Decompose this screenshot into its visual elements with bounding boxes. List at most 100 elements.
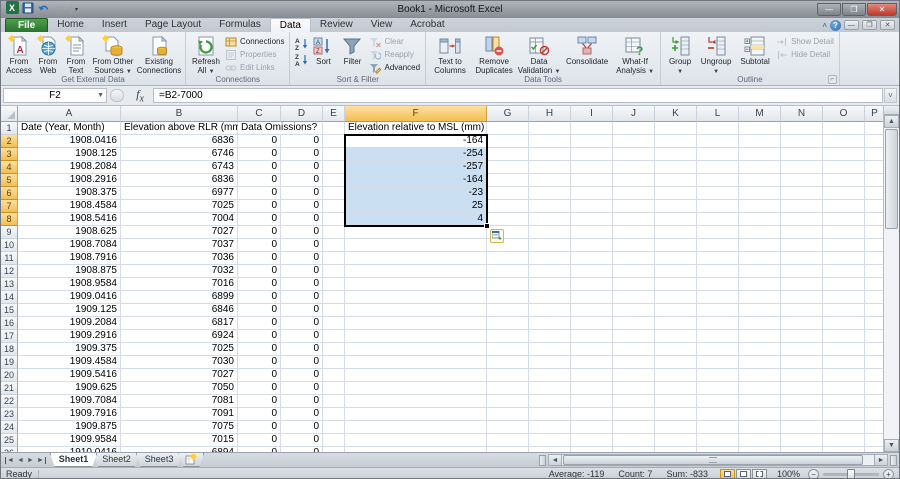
cell-P17[interactable] [865, 330, 885, 343]
cell-P20[interactable] [865, 369, 885, 382]
cell-N15[interactable] [781, 304, 823, 317]
cell-P19[interactable] [865, 356, 885, 369]
cell-I24[interactable] [571, 421, 613, 434]
row-header-16[interactable]: 16 [1, 317, 18, 330]
sheet-tab-sheet1[interactable]: Sheet1 [50, 453, 98, 467]
cell-E10[interactable] [323, 239, 345, 252]
cell-B4[interactable]: 6743 [121, 161, 238, 174]
column-header-L[interactable]: L [697, 106, 739, 122]
cell-E19[interactable] [323, 356, 345, 369]
cell-D11[interactable]: 0 [281, 252, 323, 265]
cell-L22[interactable] [697, 395, 739, 408]
cell-K7[interactable] [655, 200, 697, 213]
horizontal-scroll-track[interactable] [562, 454, 874, 466]
cell-I1[interactable] [571, 122, 613, 135]
cell-H2[interactable] [529, 135, 571, 148]
workbook-restore-button[interactable]: ❐ [862, 20, 877, 30]
cell-I5[interactable] [571, 174, 613, 187]
cell-C22[interactable]: 0 [238, 395, 281, 408]
cell-E17[interactable] [323, 330, 345, 343]
cell-F13[interactable] [345, 278, 487, 291]
cell-B13[interactable]: 7016 [121, 278, 238, 291]
next-sheet-icon[interactable]: ► [27, 457, 34, 464]
tab-review[interactable]: Review [311, 18, 362, 32]
cell-B23[interactable]: 7091 [121, 408, 238, 421]
cell-C15[interactable]: 0 [238, 304, 281, 317]
cell-H7[interactable] [529, 200, 571, 213]
connections-button[interactable]: Connections [223, 35, 286, 48]
cell-C6[interactable]: 0 [238, 187, 281, 200]
cell-N4[interactable] [781, 161, 823, 174]
cell-H20[interactable] [529, 369, 571, 382]
cell-F10[interactable] [345, 239, 487, 252]
cell-K2[interactable] [655, 135, 697, 148]
cell-B3[interactable]: 6746 [121, 148, 238, 161]
cell-K10[interactable] [655, 239, 697, 252]
cell-P10[interactable] [865, 239, 885, 252]
cell-I14[interactable] [571, 291, 613, 304]
cell-O2[interactable] [823, 135, 865, 148]
cell-I25[interactable] [571, 434, 613, 447]
cell-F1[interactable]: Elevation relative to MSL (mm) [345, 122, 487, 135]
cell-I21[interactable] [571, 382, 613, 395]
cell-L21[interactable] [697, 382, 739, 395]
cell-E14[interactable] [323, 291, 345, 304]
cell-D2[interactable]: 0 [281, 135, 323, 148]
what-if-analysis-button[interactable]: ? What-If Analysis ▼ [613, 34, 657, 75]
cell-P6[interactable] [865, 187, 885, 200]
scroll-left-icon[interactable]: ◄ [548, 454, 562, 466]
qat-customize-icon[interactable]: ▾ [75, 6, 78, 13]
tab-home[interactable]: Home [48, 18, 93, 32]
cell-H22[interactable] [529, 395, 571, 408]
cell-A11[interactable]: 1908.7916 [18, 252, 121, 265]
cell-L6[interactable] [697, 187, 739, 200]
cell-C17[interactable]: 0 [238, 330, 281, 343]
cell-F18[interactable] [345, 343, 487, 356]
cell-O17[interactable] [823, 330, 865, 343]
vertical-scroll-thumb[interactable] [885, 129, 898, 229]
cell-A6[interactable]: 1908.375 [18, 187, 121, 200]
name-box-dropdown-icon[interactable]: ▼ [97, 92, 104, 99]
cell-G24[interactable] [487, 421, 529, 434]
cell-G6[interactable] [487, 187, 529, 200]
cell-N10[interactable] [781, 239, 823, 252]
cell-F25[interactable] [345, 434, 487, 447]
row-header-2[interactable]: 2 [1, 135, 18, 148]
cell-D13[interactable]: 0 [281, 278, 323, 291]
cell-J12[interactable] [613, 265, 655, 278]
cell-A9[interactable]: 1908.625 [18, 226, 121, 239]
cell-L9[interactable] [697, 226, 739, 239]
cell-B6[interactable]: 6977 [121, 187, 238, 200]
from-text-button[interactable]: From Text [62, 34, 90, 75]
column-header-A[interactable]: A [18, 106, 121, 122]
cell-A16[interactable]: 1909.2084 [18, 317, 121, 330]
cell-L19[interactable] [697, 356, 739, 369]
cell-G2[interactable] [487, 135, 529, 148]
cell-L25[interactable] [697, 434, 739, 447]
name-box[interactable]: F2 ▼ [3, 88, 107, 103]
sort-button[interactable]: AZ Sort [309, 34, 337, 75]
row-header-1[interactable]: 1 [1, 122, 18, 135]
cell-L14[interactable] [697, 291, 739, 304]
cell-M6[interactable] [739, 187, 781, 200]
cell-L3[interactable] [697, 148, 739, 161]
cell-O6[interactable] [823, 187, 865, 200]
row-header-10[interactable]: 10 [1, 239, 18, 252]
cell-E4[interactable] [323, 161, 345, 174]
cell-J24[interactable] [613, 421, 655, 434]
workbook-minimize-button[interactable]: — [844, 20, 859, 30]
cell-O16[interactable] [823, 317, 865, 330]
cell-L13[interactable] [697, 278, 739, 291]
edit-links-button[interactable]: Edit Links [223, 61, 286, 74]
cell-O7[interactable] [823, 200, 865, 213]
cell-J16[interactable] [613, 317, 655, 330]
data-validation-button[interactable]: Data Validation ▼ [517, 34, 561, 75]
refresh-all-button[interactable]: Refresh All ▼ [189, 34, 223, 75]
cell-K1[interactable] [655, 122, 697, 135]
zoom-slider-handle[interactable] [847, 468, 855, 478]
insert-function-icon[interactable]: fx [127, 87, 153, 104]
cell-O25[interactable] [823, 434, 865, 447]
cell-J14[interactable] [613, 291, 655, 304]
tab-split-handle[interactable] [539, 454, 546, 466]
cell-D4[interactable]: 0 [281, 161, 323, 174]
